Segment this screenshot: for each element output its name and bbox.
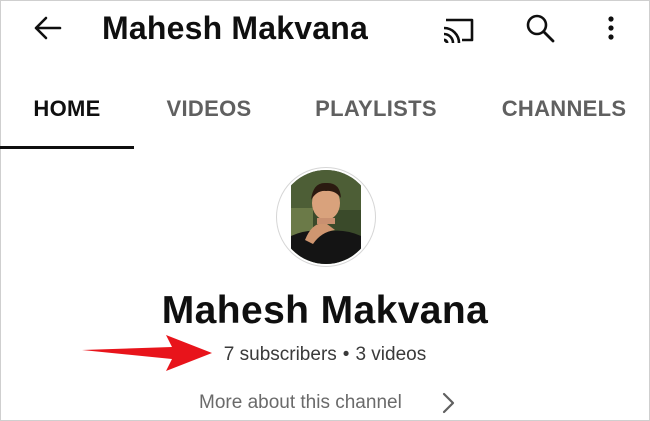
tab-home[interactable]: HOME <box>14 84 120 150</box>
channel-tabs: HOME VIDEOS PLAYLISTS CHANNELS <box>0 84 650 150</box>
red-annotation-arrow-icon <box>82 335 212 371</box>
tab-channels[interactable]: CHANNELS <box>494 84 634 150</box>
stats-separator: • <box>342 344 350 365</box>
more-about-channel-link[interactable]: More about this channel <box>199 390 402 416</box>
search-icon[interactable] <box>520 8 560 48</box>
video-count: 3 videos <box>355 344 427 365</box>
avatar-photo <box>291 170 361 264</box>
more-vertical-icon[interactable] <box>596 8 626 48</box>
channel-avatar[interactable] <box>276 167 376 267</box>
back-arrow-icon[interactable] <box>28 8 68 48</box>
cast-icon[interactable] <box>438 10 478 50</box>
tab-playlists[interactable]: PLAYLISTS <box>306 84 446 150</box>
chevron-right-icon[interactable] <box>438 391 458 415</box>
active-tab-indicator <box>0 146 134 149</box>
channel-title: Mahesh Makvana <box>102 10 369 46</box>
channel-name: Mahesh Makvana <box>161 289 489 332</box>
subscriber-count: 7 subscribers <box>223 344 337 365</box>
tab-videos[interactable]: VIDEOS <box>160 84 258 150</box>
app-top-bar: Mahesh Makvana <box>0 0 650 58</box>
